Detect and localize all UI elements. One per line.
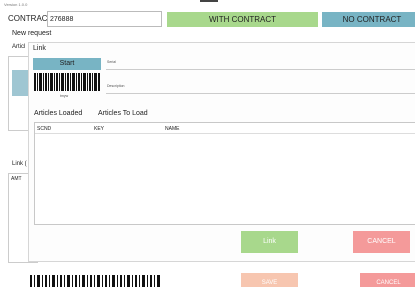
version-text: Version 1.0.0 [4, 2, 28, 7]
description-field[interactable] [106, 93, 415, 94]
amt-label: AMT [11, 176, 22, 182]
barcode-image [34, 73, 100, 91]
column-header-name[interactable]: NAME [165, 126, 179, 132]
bottom-barcode-image [30, 275, 160, 287]
tab-articles-to-load[interactable]: Articles To Load [98, 110, 148, 117]
serial-label: Serial [107, 60, 116, 64]
tab-articles-loaded[interactable]: Articles Loaded [34, 110, 82, 117]
serial-field[interactable] [106, 69, 415, 70]
articles-table [34, 122, 415, 225]
new-request-heading: New request [12, 30, 52, 37]
column-header-key[interactable]: KEY [94, 126, 104, 132]
no-contract-button[interactable]: NO CONTRACT [322, 12, 415, 27]
cancel-button[interactable]: CANCEL [360, 273, 415, 287]
column-header-scnd[interactable]: SCND [37, 126, 51, 132]
dialog-title: Link [33, 45, 46, 52]
contract-label: CONTRACT [8, 14, 53, 23]
articles-label: Articl [12, 44, 26, 50]
window-handle [200, 0, 218, 2]
dialog-cancel-button[interactable]: CANCEL [353, 231, 410, 253]
save-button[interactable]: SAVE [241, 273, 298, 287]
contract-input[interactable] [47, 11, 162, 27]
link-section-label: Link ( [12, 161, 27, 167]
table-header-divider [35, 133, 415, 134]
barcode-caption: tmyw [60, 94, 69, 98]
link-button[interactable]: Link [241, 231, 298, 253]
start-button[interactable]: Start [33, 58, 101, 70]
with-contract-button[interactable]: WITH CONTRACT [167, 12, 318, 27]
description-label: Description [107, 84, 125, 88]
